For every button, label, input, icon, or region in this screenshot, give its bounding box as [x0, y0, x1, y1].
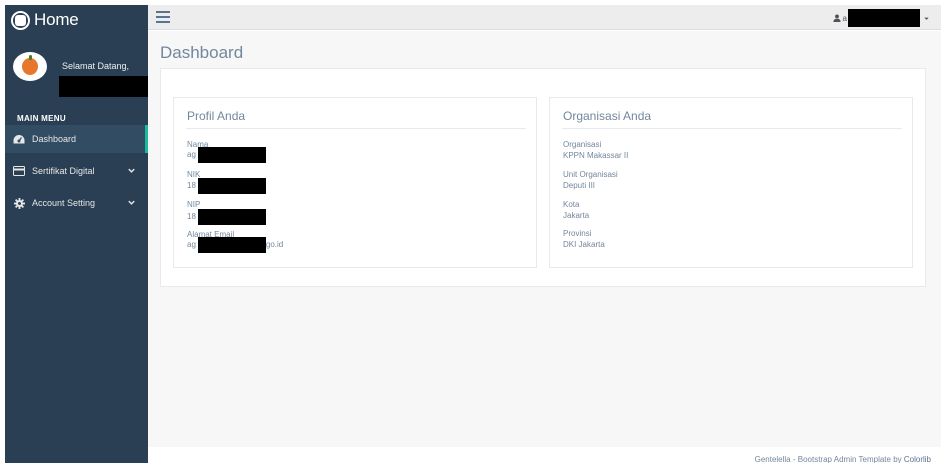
value-prefix: 18: [187, 212, 196, 222]
dashboard-panel: Profil Anda Nama ag NIK 18 NIP 18 Alamat…: [160, 68, 926, 287]
caret-down-icon: [924, 17, 929, 20]
field-label-unit-organisasi: Unit Organisasi: [563, 170, 618, 179]
orange-fruit-icon: [22, 55, 38, 75]
avatar: [13, 52, 47, 81]
field-label-kota: Kota: [563, 200, 580, 209]
card-title: Organisasi Anda: [563, 109, 652, 123]
menu-toggle-icon[interactable]: [156, 11, 170, 23]
user-menu-dropdown[interactable]: a: [832, 9, 930, 27]
field-label-provinsi: Provinsi: [563, 229, 592, 238]
app-logo-icon: [11, 10, 30, 30]
redacted-user-name: [59, 76, 152, 97]
field-value-email: ag go.id: [187, 237, 283, 253]
redacted-value: [197, 209, 266, 225]
sidebar-item-sertifikat-digital[interactable]: Sertifikat Digital: [5, 157, 148, 185]
user-icon: [832, 14, 841, 22]
page-title: Dashboard: [160, 43, 244, 62]
credit-card-icon: [13, 165, 25, 177]
field-value-organisasi: KPPN Makassar II: [563, 151, 629, 160]
chevron-down-icon: [128, 168, 135, 173]
field-value-nama: ag: [187, 147, 266, 163]
sidebar-item-account-setting[interactable]: Account Setting: [5, 189, 148, 217]
redacted-user-name: [848, 9, 920, 27]
redacted-value: [197, 237, 266, 253]
top-navbar: a: [148, 5, 941, 30]
card-title: Profil Anda: [187, 109, 246, 123]
user-name-initial: a: [842, 13, 847, 23]
value-prefix: 18: [187, 181, 196, 191]
field-value-provinsi: DKI Jakarta: [563, 240, 605, 249]
field-value-kota: Jakarta: [563, 211, 590, 220]
main-content: Dashboard Profil Anda Nama ag NIK 18 NIP…: [148, 31, 941, 447]
redacted-value: [197, 178, 266, 194]
field-value-nip: 18: [187, 209, 266, 225]
chevron-down-icon: [128, 200, 135, 205]
field-label-organisasi: Organisasi: [563, 140, 602, 149]
gear-icon: [13, 197, 25, 209]
colorlib-link[interactable]: Colorlib: [904, 455, 931, 463]
divider: [186, 128, 526, 129]
sidebar-item-dashboard[interactable]: Dashboard: [5, 125, 148, 153]
footer-text: Gentelella - Bootstrap Admin Template by…: [755, 455, 931, 463]
brand-link[interactable]: Home: [5, 5, 148, 35]
field-value-unit-organisasi: Deputi III: [563, 181, 596, 190]
brand-title: Home: [34, 10, 79, 29]
organization-card: Organisasi Anda Organisasi KPPN Makassar…: [549, 97, 913, 268]
sidebar: Home Selamat Datang, MAIN MENU Dashboard…: [5, 5, 152, 463]
profile-card: Profil Anda Nama ag NIK 18 NIP 18 Alamat…: [173, 97, 537, 268]
field-label-nip: NIP: [187, 200, 201, 209]
value-prefix: ag: [187, 240, 196, 250]
redacted-value: [197, 147, 266, 163]
dashboard-icon: [13, 133, 25, 145]
footer-credit: Gentelella - Bootstrap Admin Template by: [754, 455, 904, 463]
sidebar-item-label: Account Setting: [32, 198, 96, 208]
sidebar-item-label: Dashboard: [32, 134, 77, 144]
menu-section-title: MAIN MENU: [17, 114, 66, 123]
value-suffix: go.id: [265, 240, 284, 250]
sidebar-item-label: Sertifikat Digital: [32, 166, 95, 176]
divider: [562, 128, 902, 129]
welcome-text: Selamat Datang,: [62, 61, 130, 71]
value-prefix: ag: [187, 150, 196, 160]
footer: Gentelella - Bootstrap Admin Template by…: [148, 447, 941, 463]
field-value-nik: 18: [187, 178, 266, 194]
